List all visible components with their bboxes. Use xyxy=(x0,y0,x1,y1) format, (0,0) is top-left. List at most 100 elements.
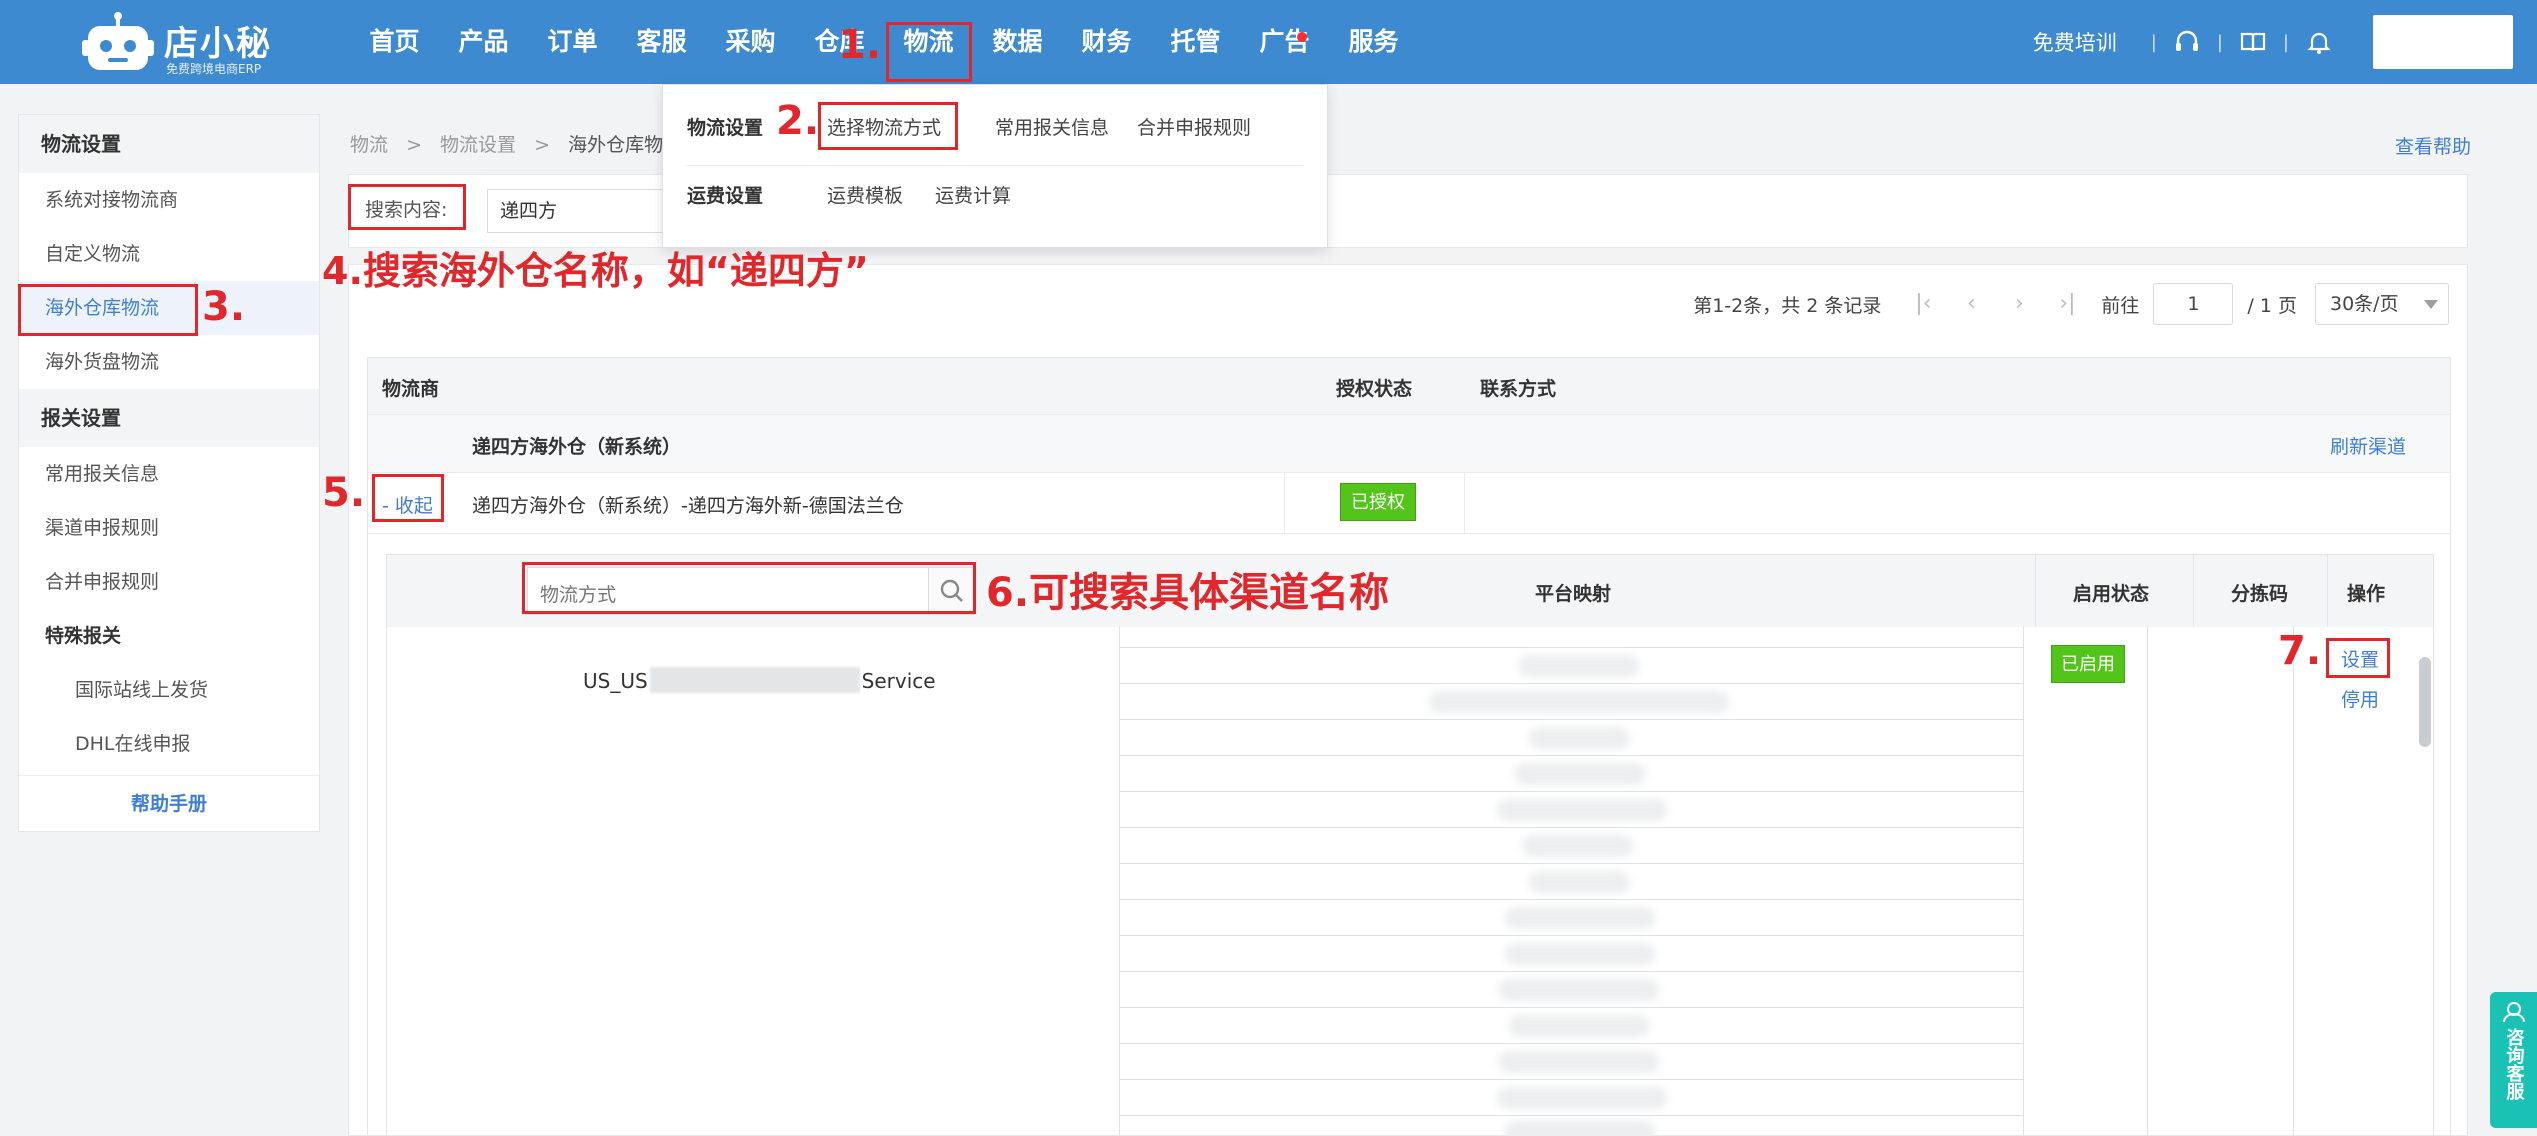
mapping-row-line xyxy=(1119,1043,2023,1044)
platform-mapping-list xyxy=(1119,647,2023,1136)
page-size-select[interactable]: 30条/页 xyxy=(2315,283,2449,325)
customer-service-icon xyxy=(2502,1002,2525,1023)
mapping-row-line xyxy=(1119,755,2023,756)
sidebar-item-channel-rules[interactable]: 渠道申报规则 xyxy=(19,501,319,555)
pager-total: / 1 页 xyxy=(2247,294,2297,317)
freight-calc-link[interactable]: 运费计算 xyxy=(935,181,1011,208)
chevron-down-icon xyxy=(2424,300,2438,309)
dropdown-logistics-settings-label: 物流设置 xyxy=(687,117,764,139)
channel-name: US_US Service xyxy=(583,667,936,693)
divider: | xyxy=(2282,31,2289,53)
column-divider xyxy=(2293,627,2294,1136)
highlight-collapse xyxy=(372,474,444,522)
channel-subtable: 物流方式 平台映射 启用状态 分拣码 操作 US_US Service 已启用 … xyxy=(386,554,2434,1136)
highlight-channel-search xyxy=(522,562,976,614)
brand-title: 店小秘 xyxy=(164,24,272,64)
freight-template-link[interactable]: 运费模板 xyxy=(827,181,903,208)
redacted-mapping xyxy=(1505,1121,1655,1136)
col-provider: 物流商 xyxy=(382,378,440,400)
breadcrumb-logistics[interactable]: 物流 xyxy=(350,134,388,156)
breadcrumb: 物流 > 物流设置 > 海外仓库物流 xyxy=(350,130,682,157)
mapping-row-line xyxy=(1119,827,2023,828)
col-contact: 联系方式 xyxy=(1480,378,1557,400)
page-number-input[interactable]: 1 xyxy=(2153,283,2234,325)
page-size-value: 30条/页 xyxy=(2330,293,2399,315)
scrollbar[interactable] xyxy=(2419,649,2431,1136)
highlight-search-label xyxy=(348,184,466,230)
headset-icon[interactable] xyxy=(2173,28,2201,56)
col-enabled-status: 启用状态 xyxy=(2073,583,2150,605)
prev-page-icon[interactable]: ‹ xyxy=(1956,289,1986,319)
pager-goto-label: 前往 xyxy=(2101,294,2140,317)
sidebar-item-customs-info[interactable]: 常用报关信息 xyxy=(19,447,319,501)
redacted-mapping xyxy=(1497,799,1667,821)
divider: | xyxy=(2150,31,2157,53)
sidebar-item-overseas-stock[interactable]: 海外货盘物流 xyxy=(19,335,319,389)
sidebar-item-merge-rules[interactable]: 合并申报规则 xyxy=(19,555,319,609)
table-row: - 收起 递四方海外仓（新系统）-递四方海外新-德国法兰仓 已授权 xyxy=(368,472,2450,534)
nav-hosting[interactable]: 托管 xyxy=(1151,0,1240,84)
nav-home[interactable]: 首页 xyxy=(350,0,439,84)
cell-divider xyxy=(1284,473,1285,533)
refresh-channels-link[interactable]: 刷新渠道 xyxy=(2330,432,2406,459)
sidebar-group-logistics: 物流设置 xyxy=(19,115,319,173)
merge-rules-link[interactable]: 合并申报规则 xyxy=(1137,113,1251,140)
scrollbar-thumb[interactable] xyxy=(2419,657,2431,747)
user-account-box[interactable] xyxy=(2373,15,2513,69)
highlight-settings xyxy=(2326,638,2390,678)
nav-orders[interactable]: 订单 xyxy=(528,0,617,84)
divider: | xyxy=(2216,31,2223,53)
search-input[interactable]: 递四方 xyxy=(487,189,687,233)
mapping-row-line xyxy=(1119,1007,2023,1008)
auth-status-badge: 已授权 xyxy=(1340,483,1416,521)
mapping-row-line xyxy=(1119,719,2023,720)
warehouse-name: 递四方海外仓（新系统）-递四方海外新-德国法兰仓 xyxy=(472,495,904,517)
disable-link[interactable]: 停用 xyxy=(2341,685,2379,712)
mapping-row-line xyxy=(1119,1115,2023,1116)
customs-info-link[interactable]: 常用报关信息 xyxy=(995,113,1109,140)
carrier-table: 物流商 授权状态 联系方式 递四方海外仓（新系统） 刷新渠道 - 收起 递四方海… xyxy=(367,357,2451,1136)
redacted-mapping xyxy=(1505,943,1655,965)
mapping-row-line xyxy=(1119,647,2023,648)
mapping-row-line xyxy=(1119,1079,2023,1080)
redacted-mapping xyxy=(1497,1087,1667,1109)
breadcrumb-logistics-settings[interactable]: 物流设置 xyxy=(440,134,516,156)
book-icon[interactable] xyxy=(2239,28,2267,56)
mapping-row-line xyxy=(1119,935,2023,936)
consult-service-label: 咨询客服 xyxy=(2503,1028,2525,1100)
left-sidebar: 物流设置 系统对接物流商 自定义物流 海外仓库物流 海外货盘物流 报关设置 常用… xyxy=(18,114,320,832)
channel-prefix: US_US xyxy=(583,669,648,693)
sidebar-item-special-customs[interactable]: 特殊报关 xyxy=(19,609,319,663)
last-page-icon[interactable]: ›| xyxy=(2052,289,2082,319)
sidebar-item-intl-site[interactable]: 国际站线上发货 xyxy=(19,663,319,717)
consult-service-button[interactable]: 咨询客服 xyxy=(2490,992,2537,1128)
mapping-row-line xyxy=(1119,899,2023,900)
annotation-step-4: 4.搜索海外仓名称，如“递四方” xyxy=(322,249,869,293)
redacted-mapping xyxy=(1505,907,1655,929)
nav-ads[interactable]: 广告 xyxy=(1240,0,1329,84)
nav-services[interactable]: 服务 xyxy=(1329,0,1418,84)
bell-icon[interactable] xyxy=(2305,28,2333,56)
redacted-text xyxy=(649,667,860,693)
brand-subtitle: 免费跨境电商ERP xyxy=(166,62,262,76)
sidebar-item-dhl[interactable]: DHL在线申报 xyxy=(19,717,319,771)
nav-finance[interactable]: 财务 xyxy=(1062,0,1151,84)
redacted-mapping xyxy=(1515,763,1645,785)
nav-purchase[interactable]: 采购 xyxy=(706,0,795,84)
brand-logo[interactable]: 店小秘 免费跨境电商ERP xyxy=(82,6,282,78)
nav-service[interactable]: 客服 xyxy=(617,0,706,84)
nav-products[interactable]: 产品 xyxy=(439,0,528,84)
sidebar-item-system-carriers[interactable]: 系统对接物流商 xyxy=(19,173,319,227)
nav-data[interactable]: 数据 xyxy=(973,0,1062,84)
view-help-link[interactable]: 查看帮助 xyxy=(2395,132,2471,159)
free-training-link[interactable]: 免费培训 xyxy=(2033,27,2117,57)
help-manual-link[interactable]: 帮助手册 xyxy=(19,775,319,831)
sidebar-item-custom-logistics[interactable]: 自定义物流 xyxy=(19,227,319,281)
mapping-row-line xyxy=(1119,683,2023,684)
first-page-icon[interactable]: |‹ xyxy=(1908,289,1938,319)
next-page-icon[interactable]: › xyxy=(2004,289,2034,319)
top-right-tools: 免费培训 | | | xyxy=(2033,0,2537,84)
column-divider xyxy=(2023,627,2024,1136)
sidebar-group-customs: 报关设置 xyxy=(19,389,319,447)
pagination: 第1-2条，共 2 条记录 |‹ ‹ › ›| 前往 1 / 1 页 30条/页 xyxy=(1693,281,2449,327)
